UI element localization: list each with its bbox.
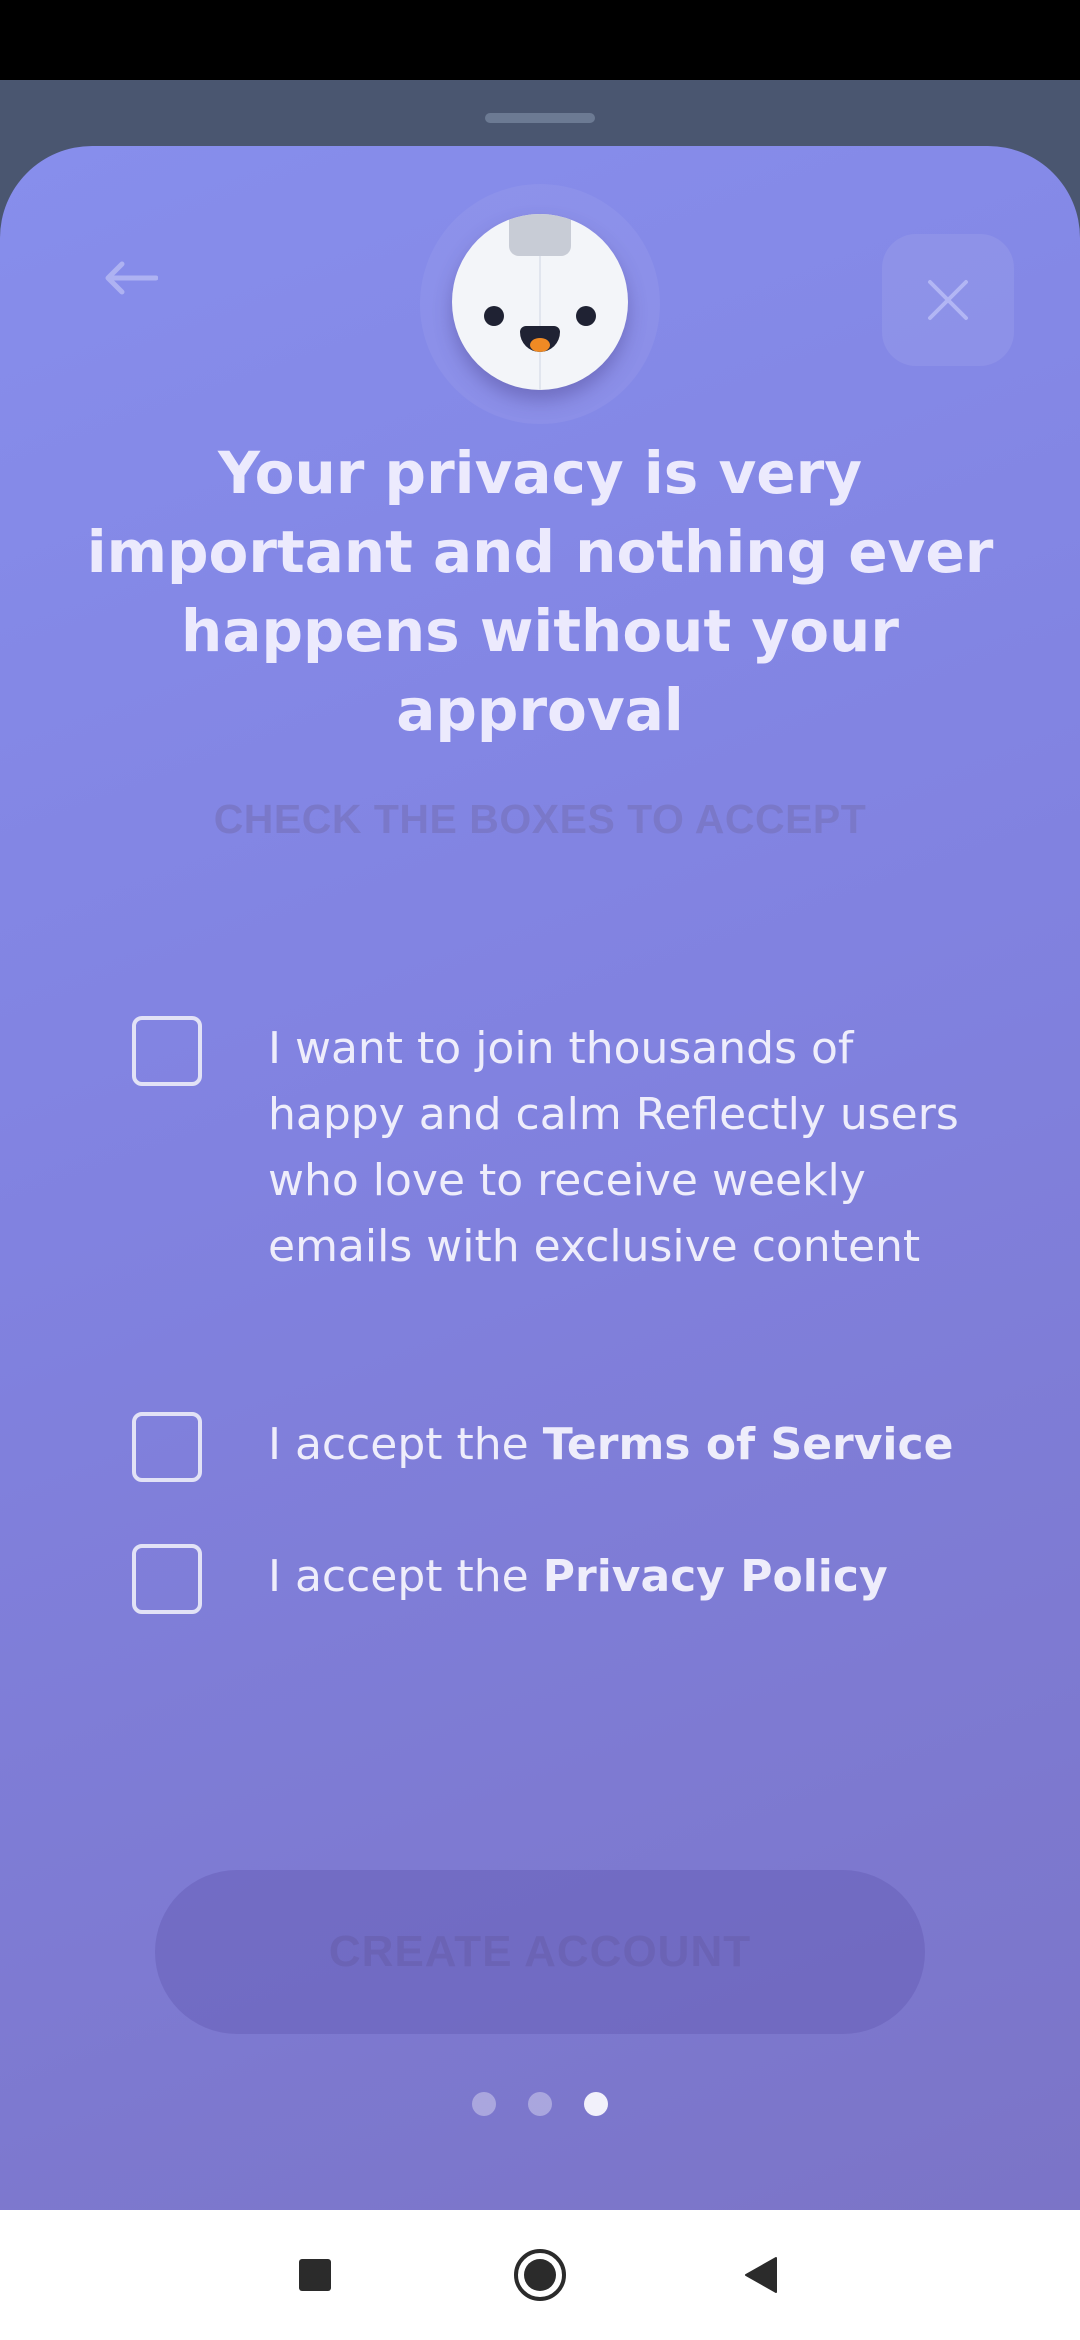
home-button[interactable] <box>510 2245 570 2305</box>
recents-square-icon <box>299 2259 331 2291</box>
system-navigation-bar <box>0 2210 1080 2340</box>
page-title: Your privacy is very important and nothi… <box>86 439 994 744</box>
avatar-right-eye <box>576 306 596 326</box>
consent-row-privacy[interactable]: I accept the Privacy Policy <box>132 1544 992 1614</box>
mascot-avatar <box>452 214 628 390</box>
privacy-consent-sheet: Your privacy is very important and nothi… <box>0 146 1080 2210</box>
home-circle-icon <box>514 2249 566 2301</box>
status-bar <box>0 0 1080 80</box>
instruction-subtitle: CHECK THE BOXES TO ACCEPT <box>213 796 867 842</box>
sheet-grabber-handle[interactable] <box>485 113 595 123</box>
pagination-dot-3 <box>584 2092 608 2116</box>
terms-checkbox[interactable] <box>132 1412 202 1482</box>
pagination-dots <box>0 2092 1080 2116</box>
terms-text: I accept the <box>268 1419 543 1470</box>
privacy-checkbox[interactable] <box>132 1544 202 1614</box>
newsletter-checkbox[interactable] <box>132 1016 202 1086</box>
consent-row-newsletter[interactable]: I want to join thousands of happy and ca… <box>132 1016 992 1280</box>
system-back-button[interactable] <box>730 2245 790 2305</box>
terms-of-service-link[interactable]: Terms of Service <box>543 1419 954 1470</box>
back-triangle-icon <box>745 2257 777 2293</box>
avatar-left-eye <box>484 306 504 326</box>
consent-row-terms[interactable]: I accept the Terms of Service <box>132 1412 992 1482</box>
privacy-label[interactable]: I accept the Privacy Policy <box>268 1544 968 1610</box>
avatar-cap <box>509 214 571 256</box>
privacy-text: I accept the <box>268 1551 543 1602</box>
create-account-button[interactable]: CREATE ACCOUNT <box>155 1870 925 2034</box>
privacy-policy-link[interactable]: Privacy Policy <box>543 1551 888 1602</box>
back-button[interactable] <box>92 246 168 310</box>
recents-button[interactable] <box>285 2245 345 2305</box>
avatar-tongue <box>530 338 550 352</box>
avatar-mouth <box>520 326 560 352</box>
newsletter-text: I want to join thousands of happy and ca… <box>268 1023 959 1272</box>
pagination-dot-2 <box>528 2092 552 2116</box>
close-button[interactable] <box>882 234 1014 366</box>
arrow-left-icon <box>105 261 158 295</box>
newsletter-label[interactable]: I want to join thousands of happy and ca… <box>268 1016 968 1280</box>
close-icon <box>928 280 968 320</box>
pagination-dot-1 <box>472 2092 496 2116</box>
terms-label[interactable]: I accept the Terms of Service <box>268 1412 968 1478</box>
